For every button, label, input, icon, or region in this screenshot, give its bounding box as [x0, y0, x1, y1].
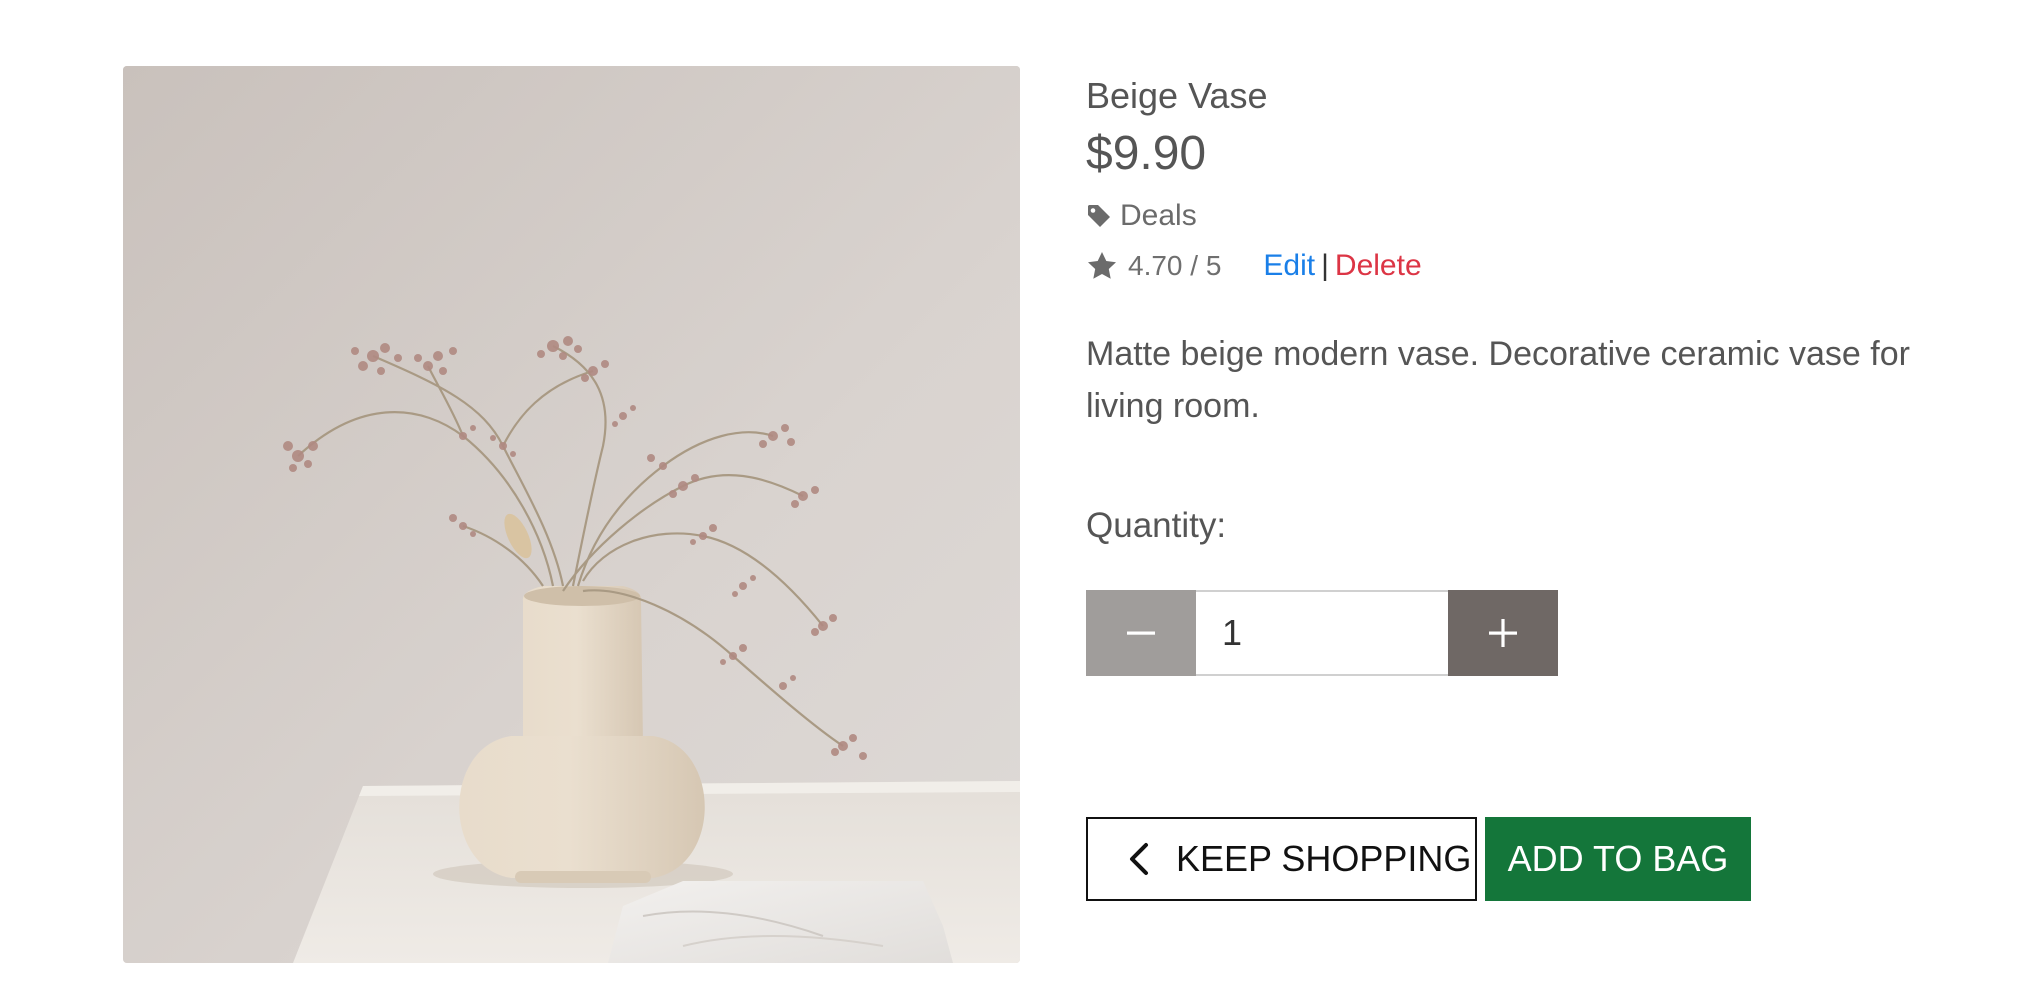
tag-icon — [1086, 203, 1112, 229]
add-to-bag-button[interactable]: ADD TO BAG — [1485, 817, 1751, 901]
minus-icon — [1125, 617, 1157, 649]
admin-links: Edit | Delete — [1263, 249, 1421, 283]
category-row: Deals — [1086, 196, 1197, 236]
keep-shopping-button[interactable]: KEEP SHOPPING — [1086, 817, 1477, 901]
product-name: Beige Vase — [1086, 75, 1268, 116]
add-to-bag-label: ADD TO BAG — [1507, 838, 1729, 879]
decrement-button[interactable] — [1086, 590, 1196, 676]
quantity-label: Quantity: — [1086, 506, 1227, 545]
edit-link[interactable]: Edit — [1263, 249, 1315, 283]
action-buttons: KEEP SHOPPING ADD TO BAG — [1086, 817, 1751, 901]
quantity-input[interactable] — [1196, 590, 1448, 676]
product-detail-page: Beige Vase $9.90 Deals 4.70 / 5 Edit | D… — [0, 0, 2042, 992]
product-price: $9.90 — [1086, 127, 1207, 180]
increment-button[interactable] — [1448, 590, 1558, 676]
keep-shopping-label: KEEP SHOPPING — [1176, 838, 1472, 879]
rating-value: 4.70 / 5 — [1128, 250, 1222, 281]
category-link[interactable]: Deals — [1120, 199, 1197, 233]
link-separator: | — [1321, 249, 1329, 282]
chevron-left-icon — [1126, 842, 1152, 876]
star-icon — [1086, 250, 1118, 282]
plus-icon — [1487, 617, 1519, 649]
vase-illustration — [123, 66, 1020, 963]
quantity-stepper — [1086, 590, 1558, 676]
rating-row: 4.70 / 5 Edit | Delete — [1086, 246, 1422, 286]
product-description: Matte beige modern vase. Decorative cera… — [1086, 335, 1910, 425]
product-image — [123, 66, 1020, 963]
delete-link[interactable]: Delete — [1335, 249, 1422, 283]
